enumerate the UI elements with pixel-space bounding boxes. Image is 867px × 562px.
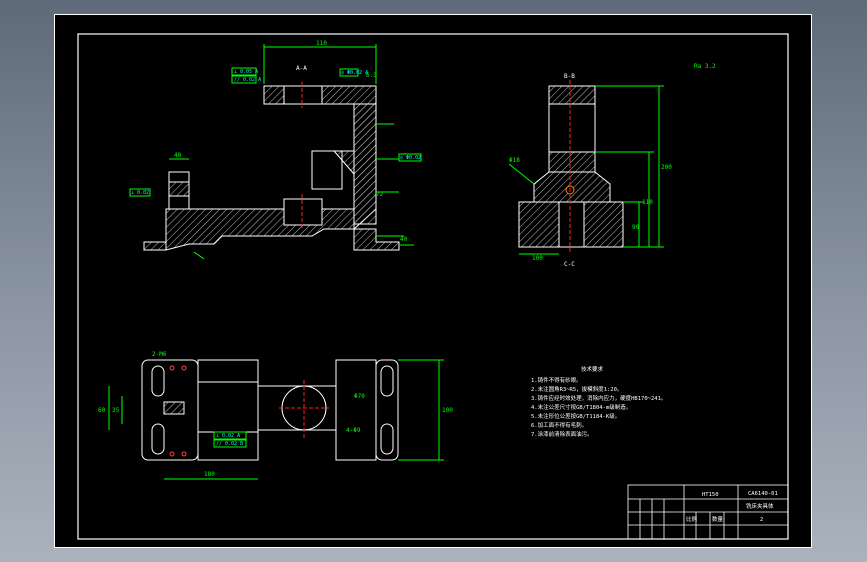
drawing-sheet: 110 40 72 40 A-A 6.3 ⊥ 0.05 A // 0.02 A …: [54, 14, 812, 548]
title-scale-label: 比例: [686, 515, 698, 523]
side-dim-mid: 110: [642, 199, 653, 206]
plan-view: [108, 359, 444, 480]
outer-frame: [54, 14, 812, 548]
dim-right-height: 40: [400, 236, 408, 243]
tech-req-item-7: 7.涂漆前清除表面油污。: [531, 430, 593, 438]
plan-label-top-left: 2-M6: [152, 351, 167, 358]
plan-dim-width-left: 60: [98, 407, 106, 414]
plan-dim-bore: Φ70: [354, 393, 365, 400]
title-material: HT150: [702, 492, 719, 498]
plan-dim-height-right: 100: [442, 407, 453, 414]
title-qty-label: 数量: [712, 515, 724, 523]
tol-box-4: ◎ Φ0.02: [400, 155, 421, 161]
engineering-drawing: 110 40 72 40 A-A 6.3 ⊥ 0.05 A // 0.02 A …: [54, 14, 812, 548]
side-dim-low: 90: [632, 224, 640, 231]
plan-dim-width-mid: 35: [112, 407, 120, 414]
tech-req-item-4: 4.未注公差尺寸按GB/T1804-m级制造。: [531, 403, 631, 411]
plan-tol-1: ⊥ 0.02 A: [216, 433, 240, 439]
tech-req-item-3: 3.铸件应经时效处理，消除内应力，硬度HB170~241。: [531, 394, 666, 402]
tech-req-item-5: 5.未注形位公差按GB/T1184-K级。: [531, 412, 620, 420]
tol-box-3: ◎ Φ0.02 A: [341, 70, 368, 76]
title-part-name: 铣床夹具体: [746, 502, 774, 510]
side-section-cc: C-C: [564, 261, 575, 268]
tech-req-item-1: 1.铸件不得有砂眼。: [531, 376, 582, 384]
title-drawing-no: CA6140-01: [748, 491, 778, 497]
plan-tol-2: // 0.02 B: [216, 441, 243, 447]
dim-top-width: 110: [316, 40, 327, 47]
dim-left-lug: 40: [174, 152, 182, 159]
side-dim-base: 100: [532, 255, 543, 262]
section-mark-aa: A-A: [296, 65, 307, 72]
plan-label-slot: 4-Φ9: [346, 427, 361, 434]
side-view: [508, 80, 664, 255]
tech-req-item-6: 6.加工面不得有毛刺。: [531, 421, 587, 429]
side-section-bb: B-B: [564, 73, 575, 80]
title-sheet: 2: [760, 517, 763, 523]
side-dim-diameter: Φ18: [509, 157, 520, 164]
plan-dim-length: 180: [204, 471, 215, 478]
side-dim-total: 200: [661, 164, 672, 171]
tech-req-item-2: 2.未注圆角R3~R5，拔模斜度1:20。: [531, 385, 622, 393]
tech-req-title: 技术要求: [581, 365, 604, 373]
inner-frame: [77, 33, 789, 540]
dim-right-angle: 72: [376, 191, 384, 198]
tol-box-5: ⊥ 0.02: [131, 190, 149, 196]
tol-box-2: // 0.02 A: [234, 77, 261, 83]
tol-box-1: ⊥ 0.05 A: [234, 69, 258, 75]
roughness-corner: Ra 3.2: [694, 63, 716, 70]
